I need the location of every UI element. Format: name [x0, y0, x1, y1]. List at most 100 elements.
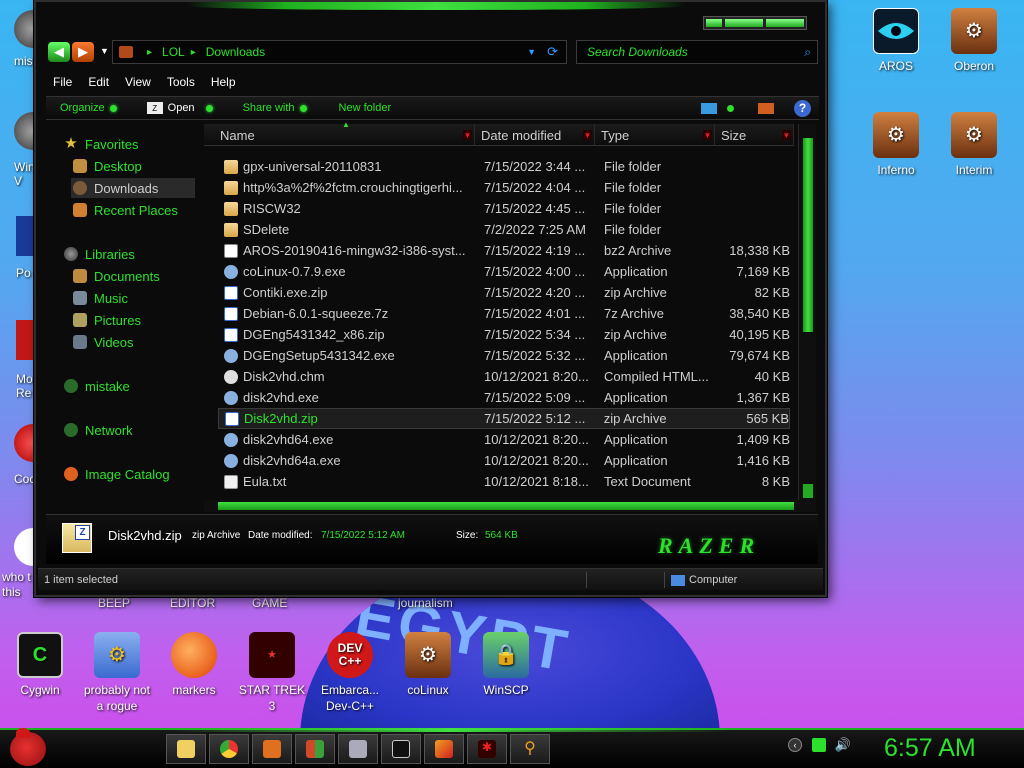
file-row[interactable]: disk2vhd.exe 7/15/2022 5:09 ... Applicatio… — [218, 387, 790, 408]
file-row[interactable]: gpx-universal-20110831 7/15/2022 3:44 ...… — [218, 156, 790, 177]
nav-recent-places[interactable]: Recent Places — [73, 200, 178, 220]
back-button[interactable]: ◀ — [48, 42, 70, 62]
tray-chevron-icon[interactable]: ‹ — [788, 738, 802, 752]
horizontal-scrollbar[interactable] — [204, 500, 816, 512]
homegroup-icon — [64, 379, 78, 393]
menu-tools[interactable]: Tools — [167, 75, 195, 89]
preview-pane-icon[interactable] — [758, 102, 774, 114]
taskbar-cmd[interactable] — [381, 734, 421, 764]
taskbar-razer[interactable]: ✱ — [467, 734, 507, 764]
dropdown-dot-icon[interactable] — [727, 104, 734, 112]
desktop-icon-aros[interactable]: AROS — [858, 8, 934, 74]
videos-icon — [73, 335, 87, 349]
nav-desktop[interactable]: Desktop — [73, 156, 142, 176]
network-tray-icon[interactable] — [812, 738, 826, 752]
search-input[interactable]: Search Downloads ⌕ — [576, 40, 818, 64]
search-icon[interactable]: ⌕ — [804, 45, 811, 60]
chevron-right-icon[interactable]: ▸ — [147, 47, 152, 58]
nav-music[interactable]: Music — [73, 288, 128, 308]
breadcrumb-lol[interactable]: LOL — [162, 45, 185, 59]
column-dropdown-icon[interactable]: ▼ — [583, 130, 592, 140]
new-folder-button[interactable]: New folder — [339, 102, 392, 114]
file-row[interactable]: DGEng5431342_x86.zip 7/15/2022 5:34 ... zi… — [218, 324, 790, 345]
desktop-icon-partial-3[interactable]: Po — [16, 216, 36, 280]
desktop-icon-dev-cpp[interactable]: DEV C++ Embarca... Dev-C++ — [312, 632, 388, 714]
share-with-button[interactable]: Share with — [243, 102, 307, 114]
desktop-icon-markers[interactable]: markers — [156, 632, 232, 698]
scrollbar-thumb[interactable] — [218, 502, 794, 510]
change-view-icon[interactable] — [701, 102, 717, 114]
taskbar-gimp[interactable] — [252, 734, 292, 764]
minimize-button[interactable] — [706, 19, 723, 27]
file-row[interactable]: DGEngSetup5431342.exe 7/15/2022 5:32 ... A… — [218, 345, 790, 366]
nav-pictures[interactable]: Pictures — [73, 310, 141, 330]
file-row[interactable]: Debian-6.0.1-squeeze.7z 7/15/2022 4:01 ..… — [218, 303, 790, 324]
nav-network[interactable]: Network — [64, 420, 133, 440]
nav-libraries[interactable]: Libraries — [64, 244, 135, 264]
column-dropdown-icon[interactable]: ▼ — [782, 130, 791, 140]
star-wars-icon: ★ — [249, 632, 295, 678]
chevron-right-icon[interactable]: ▸ — [191, 47, 196, 58]
scroll-down-button[interactable] — [803, 484, 813, 498]
clock[interactable]: 6:57 AM — [884, 734, 976, 763]
column-dropdown-icon[interactable]: ▼ — [703, 130, 712, 140]
volume-icon[interactable]: 🔊 — [835, 737, 851, 752]
file-row[interactable]: disk2vhd64a.exe 10/12/2021 8:20... Applica… — [218, 450, 790, 471]
start-button[interactable] — [10, 728, 46, 766]
column-size[interactable]: Size ▼ — [715, 124, 794, 146]
menu-help[interactable]: Help — [211, 75, 236, 89]
column-dropdown-icon[interactable]: ▼ — [463, 130, 472, 140]
taskbar-chrome[interactable] — [209, 734, 249, 764]
refresh-icon[interactable]: ⟳ — [547, 44, 558, 60]
desktop-icon-colinux[interactable]: ⚙ coLinux — [390, 632, 466, 698]
menu-view[interactable]: View — [125, 75, 151, 89]
taskbar-remote-desktop[interactable] — [338, 734, 378, 764]
vertical-scrollbar[interactable] — [798, 124, 816, 500]
nav-mistake[interactable]: mistake — [64, 376, 130, 396]
column-date-modified[interactable]: Date modified ▼ — [475, 124, 595, 146]
menu-file[interactable]: File — [53, 75, 72, 89]
forward-button[interactable]: ▶ — [72, 42, 94, 62]
file-row[interactable]: RISCW32 7/15/2022 4:45 ... File folder — [218, 198, 790, 219]
taskbar-app[interactable] — [295, 734, 335, 764]
file-row[interactable]: Disk2vhd.zip 7/15/2022 5:12 ... zip Archiv… — [218, 408, 790, 429]
help-icon[interactable]: ? — [794, 99, 811, 117]
file-row[interactable]: http%3a%2f%2fctm.crouchingtigerhi... 7/15… — [218, 177, 790, 198]
desktop-icon-inferno[interactable]: ⚙ Inferno — [858, 112, 934, 178]
organize-button[interactable]: Organize — [60, 102, 117, 114]
file-row[interactable]: SDelete 7/2/2022 7:25 AM File folder — [218, 219, 790, 240]
taskbar-paint[interactable] — [424, 734, 464, 764]
desktop-icon-interim[interactable]: ⚙ Interim — [936, 112, 1012, 178]
file-row[interactable]: AROS-20190416-mingw32-i386-syst... 7/15/2… — [218, 240, 790, 261]
column-name[interactable]: Name ▼ — [204, 124, 475, 146]
nav-downloads[interactable]: Downloads — [71, 178, 195, 198]
file-row[interactable]: Disk2vhd.chm 10/12/2021 8:20... Compiled H… — [218, 366, 790, 387]
file-row[interactable]: coLinux-0.7.9.exe 7/15/2022 4:00 ... Appli… — [218, 261, 790, 282]
desktop-icon-oberon[interactable]: ⚙ Oberon — [936, 8, 1012, 74]
breadcrumb-downloads[interactable]: Downloads — [206, 45, 265, 59]
desktop-icon-cygwin[interactable]: C Cygwin — [2, 632, 78, 698]
desktop-icon-star-trek[interactable]: ★ STAR TREK 3 — [234, 632, 310, 714]
menu-edit[interactable]: Edit — [88, 75, 109, 89]
close-button[interactable] — [766, 19, 804, 27]
nav-image-catalog[interactable]: Image Catalog — [64, 464, 170, 484]
desktop-icon-partial-4[interactable]: Mo Re — [16, 320, 36, 400]
nav-videos[interactable]: Videos — [73, 332, 134, 352]
maximize-button[interactable] — [725, 19, 764, 27]
file-row[interactable]: disk2vhd64.exe 10/12/2021 8:20... Applicat… — [218, 429, 790, 450]
taskbar-explorer[interactable] — [166, 734, 206, 764]
column-type[interactable]: Type ▼ — [595, 124, 715, 146]
nav-documents[interactable]: Documents — [73, 266, 160, 286]
scrollbar-thumb[interactable] — [803, 138, 813, 332]
address-bar[interactable]: ▸ LOL ▸ Downloads ▼ ⟳ — [112, 40, 567, 64]
file-row[interactable]: Contiki.exe.zip 7/15/2022 4:20 ... zip Arc… — [218, 282, 790, 303]
open-button[interactable]: Z Open — [146, 102, 213, 114]
desktop-icon-winscp[interactable]: 🔒 WinSCP — [468, 632, 544, 698]
recent-pages-dropdown[interactable]: ▼ — [100, 46, 109, 56]
nav-favorites[interactable]: ★ Favorites — [64, 134, 138, 154]
downloads-icon — [73, 181, 87, 195]
file-row[interactable]: Eula.txt 10/12/2021 8:18... Text Document 8… — [218, 471, 790, 492]
desktop-icon-probably-not-a-rogue[interactable]: ⚙ probably not a rogue — [79, 632, 155, 714]
address-dropdown-icon[interactable]: ▼ — [527, 47, 536, 57]
taskbar-search[interactable]: ⚲ — [510, 734, 550, 764]
